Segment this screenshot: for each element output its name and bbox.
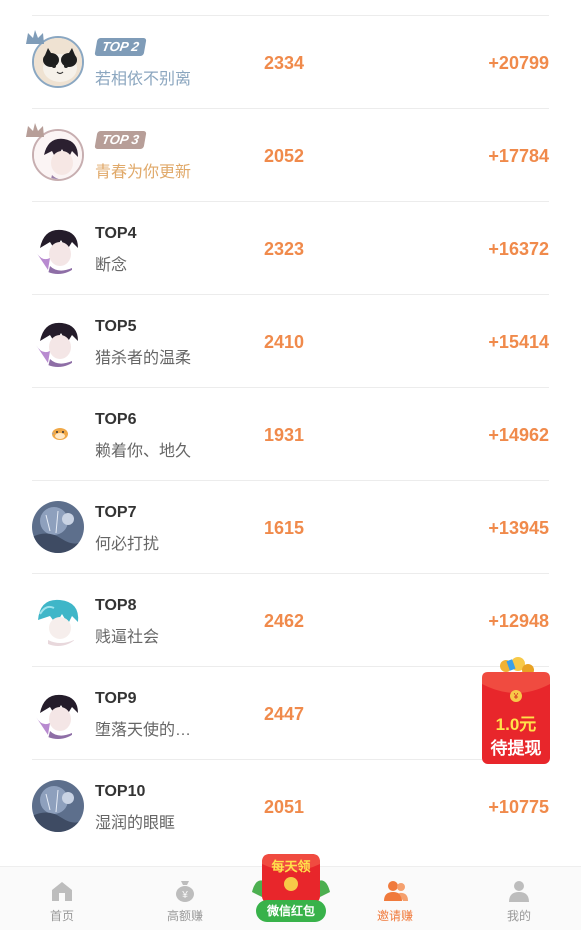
avatar[interactable] — [32, 594, 84, 646]
gain-value: +20799 — [488, 53, 549, 73]
anime-avatar-icon — [32, 315, 84, 367]
gain-value: +17784 — [488, 146, 549, 166]
score: 2447 — [264, 704, 305, 724]
center-top-text: 每天领 — [271, 859, 311, 874]
nav-invite[interactable]: 邀请赚 — [337, 867, 453, 930]
wechat-red-packet-label: 微信红包 — [256, 900, 326, 922]
rank-badge: TOP 3 — [94, 131, 147, 149]
user-name: 堕落天使的… — [95, 722, 192, 739]
user-name: 猎杀者的温柔 — [95, 350, 192, 367]
nav-invite-label: 邀请赚 — [376, 909, 413, 923]
leaderboard-page: TOP 2 若相依不别离 2334 +20799 TOP 3 青春为你更新 20… — [0, 0, 581, 930]
avatar[interactable] — [32, 408, 84, 460]
ranking-row[interactable]: TOP6 赖着你、地久 1931 +14962 — [0, 388, 581, 481]
rank-label: TOP5 — [95, 318, 137, 335]
gain-value: +15414 — [488, 332, 549, 352]
floating-red-packet-button[interactable]: ¥ 1.0元 待提现 — [478, 656, 554, 766]
ranking-row[interactable]: TOP4 断念 2323 +16372 — [0, 202, 581, 295]
anime-avatar-icon — [32, 687, 84, 739]
rank-badge: TOP 2 — [94, 38, 147, 56]
rank-label: TOP9 — [95, 690, 137, 707]
nav-high-earn[interactable]: ¥ 高额赚 — [127, 867, 243, 930]
ranking-row[interactable]: TOP 3 青春为你更新 2052 +17784 — [0, 109, 581, 202]
home-icon — [52, 882, 72, 901]
hamster-avatar-icon — [32, 408, 84, 460]
svg-text:¥: ¥ — [181, 890, 188, 901]
money-bag-icon: ¥ — [176, 881, 194, 902]
avatar[interactable] — [32, 222, 84, 274]
score: 2052 — [264, 146, 305, 166]
ranking-row[interactable]: TOP8 贱逼社会 2462 +12948 — [0, 574, 581, 667]
user-name: 贱逼社会 — [95, 629, 160, 646]
gain-value: +16372 — [488, 239, 549, 259]
score: 2323 — [264, 239, 305, 259]
anime-avatar-icon — [32, 222, 84, 274]
user-name: 何必打扰 — [95, 536, 160, 553]
user-name: 湿润的眼眶 — [95, 815, 176, 832]
packet-amount: 1.0元 — [495, 715, 537, 734]
score: 1615 — [264, 518, 305, 538]
score: 2462 — [264, 611, 305, 631]
user-name: 青春为你更新 — [95, 164, 192, 181]
avatar[interactable] — [32, 315, 84, 367]
blue-hair-avatar-icon — [32, 594, 84, 646]
ranking-row[interactable]: TOP5 猎杀者的温柔 2410 +15414 — [0, 295, 581, 388]
avatar[interactable] — [32, 501, 84, 553]
rank-label: TOP7 — [95, 504, 137, 521]
ranking-row[interactable]: TOP7 何必打扰 1615 +13945 — [0, 481, 581, 574]
user-name: 若相依不别离 — [95, 71, 192, 88]
score: 2410 — [264, 332, 305, 352]
rank-label: TOP8 — [95, 597, 137, 614]
user-name: 断念 — [95, 257, 128, 274]
nav-high-earn-label: 高额赚 — [166, 909, 203, 923]
scenery-avatar-icon — [32, 780, 84, 832]
rank-label: TOP4 — [95, 225, 137, 242]
svg-text:¥: ¥ — [513, 692, 519, 701]
users-icon — [384, 881, 408, 901]
user-icon — [509, 881, 529, 902]
score: 2334 — [264, 53, 305, 73]
rank-label: TOP10 — [95, 783, 146, 800]
score: 1931 — [264, 425, 305, 445]
nav-mine-label: 我的 — [506, 909, 531, 923]
crown-icon — [26, 30, 44, 44]
scenery-avatar-icon — [32, 501, 84, 553]
avatar[interactable] — [32, 780, 84, 832]
packet-caption: 待提现 — [490, 739, 542, 758]
gain-value: +14962 — [488, 425, 549, 445]
ranking-row[interactable]: TOP10 湿润的眼眶 2051 +10775 — [0, 760, 581, 853]
ranking-row[interactable]: TOP 2 若相依不别离 2334 +20799 — [0, 16, 581, 109]
nav-home[interactable]: 首页 — [4, 867, 120, 930]
rank-label: TOP6 — [95, 411, 137, 428]
user-name: 赖着你、地久 — [95, 443, 192, 460]
avatar[interactable] — [32, 687, 84, 739]
gain-value: +12948 — [488, 611, 549, 631]
gain-value: +10775 — [488, 797, 549, 817]
nav-mine[interactable]: 我的 — [461, 867, 577, 930]
gain-value: +13945 — [488, 518, 549, 538]
score: 2051 — [264, 797, 305, 817]
nav-home-label: 首页 — [49, 909, 74, 923]
crown-icon — [26, 123, 44, 137]
